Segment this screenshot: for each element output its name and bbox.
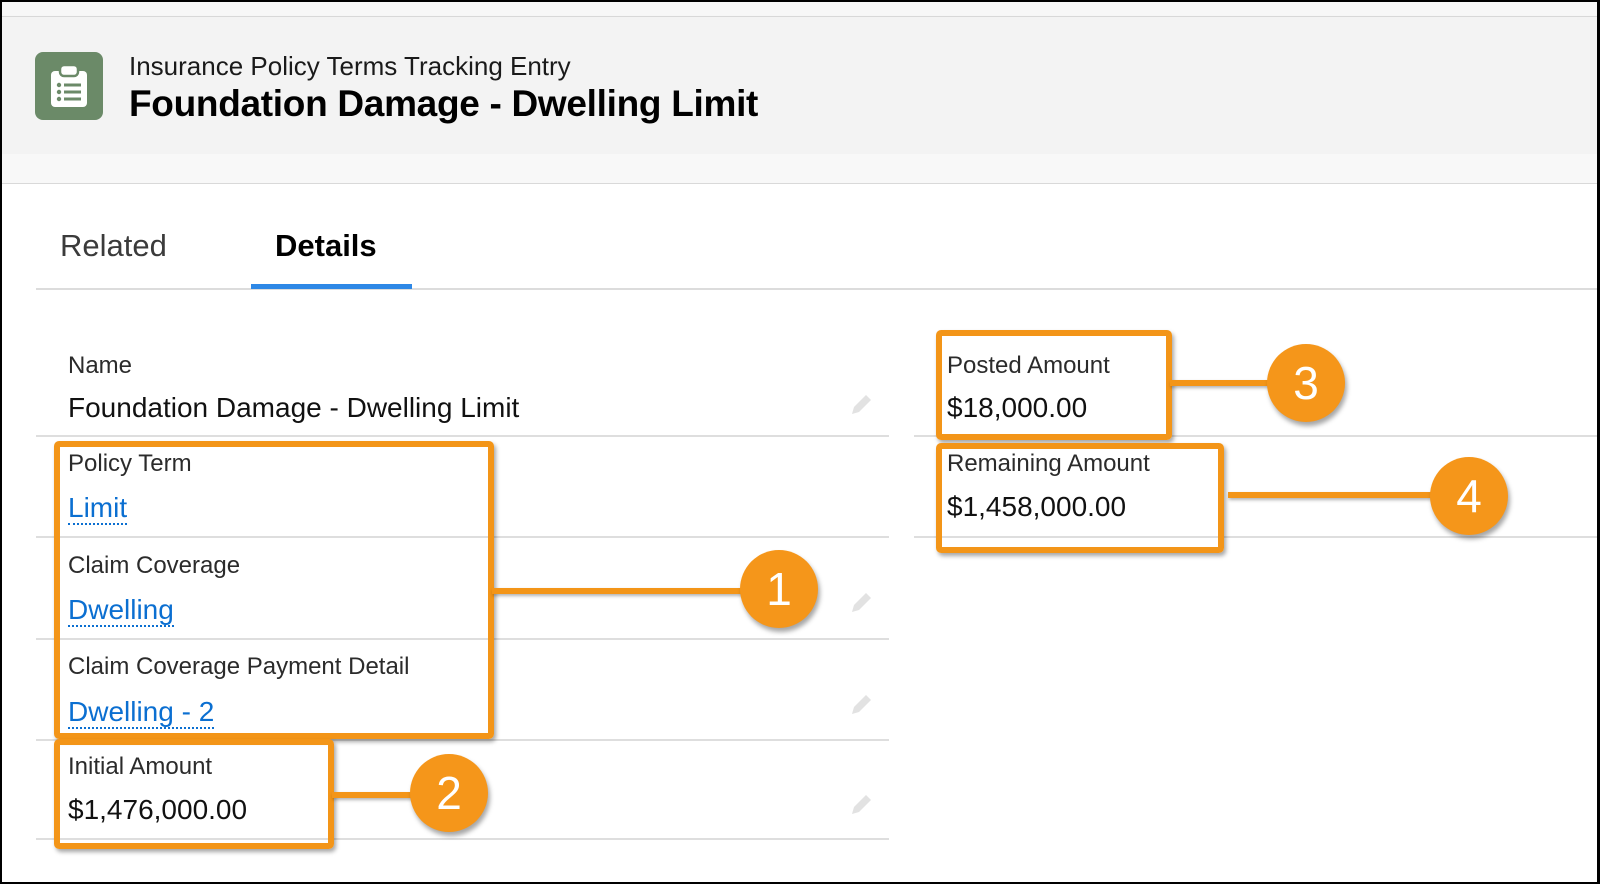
name-value: Foundation Damage - Dwelling Limit [68,392,520,423]
header-sub-strip [2,154,1597,184]
callout-box-4 [936,443,1224,553]
record-header: Insurance Policy Terms Tracking Entry Fo… [2,16,1597,154]
callout-line-3 [1170,380,1280,386]
callout-box-1 [54,441,494,739]
edit-payment-detail-pencil-icon[interactable] [848,692,874,718]
callout-line-2 [332,792,422,798]
object-type-label: Insurance Policy Terms Tracking Entry [129,51,571,81]
record-title: Foundation Damage - Dwelling Limit [129,83,759,124]
callout-box-3 [936,330,1172,440]
callout-line-4 [1228,492,1440,498]
edit-initial-amount-pencil-icon[interactable] [848,792,874,818]
callout-line-1 [492,588,750,594]
tab-related[interactable]: Related [60,228,167,290]
active-tab-indicator [251,284,412,289]
divider [36,435,889,437]
callout-badge-2: 2 [410,754,488,832]
callout-box-2 [54,739,334,849]
callout-badge-4: 4 [1430,457,1508,535]
callout-badge-1: 1 [740,550,818,628]
top-strip [2,2,1597,16]
edit-name-pencil-icon[interactable] [848,392,874,418]
name-label: Name [68,352,133,379]
record-page: Insurance Policy Terms Tracking Entry Fo… [2,2,1597,882]
edit-claim-coverage-pencil-icon[interactable] [848,590,874,616]
record-tabs: Related Details [36,220,1597,290]
callout-badge-3: 3 [1267,344,1345,422]
clipboard-list-icon [35,52,103,120]
tab-details[interactable]: Details [275,228,377,290]
